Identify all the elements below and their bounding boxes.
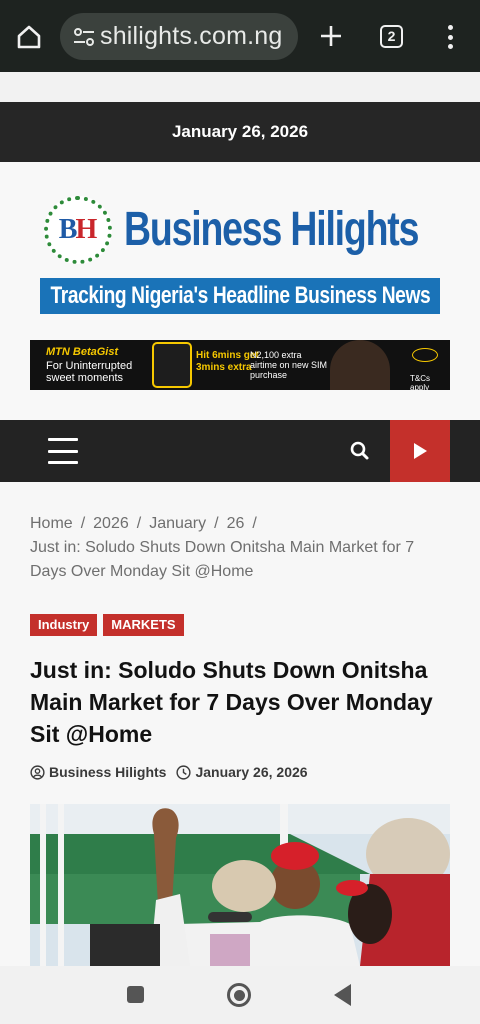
browser-menu-button[interactable]	[440, 22, 460, 52]
mtn-logo-icon	[412, 348, 438, 362]
article-title: Just in: Soludo Shuts Down Onitsha Main …	[30, 657, 433, 747]
header-date: January 26, 2026	[171, 122, 309, 141]
breadcrumb-separator: /	[214, 515, 219, 532]
breadcrumb-home[interactable]: Home	[30, 515, 73, 532]
more-vert-icon	[447, 25, 453, 30]
page: shilights.com.ng 2 January 26, 2026 BH B…	[0, 0, 480, 1024]
address-bar[interactable]: shilights.com.ng	[60, 13, 298, 60]
watch-video-button[interactable]	[390, 420, 450, 482]
ad-phone-image	[152, 342, 192, 388]
ad-brand: MTN BetaGist	[46, 346, 119, 358]
home-icon	[17, 25, 41, 49]
site-logo[interactable]: BH Business Hilights Tracking Nigeria's …	[40, 196, 440, 316]
search-icon[interactable]	[348, 439, 372, 463]
hamburger-menu-icon[interactable]	[48, 438, 78, 464]
tab-switcher-button[interactable]: 2	[380, 25, 403, 48]
article-content: Home / 2026 / January / 26 / Just in: Soludo Sh…	[0, 482, 480, 966]
page-top-gap	[0, 72, 480, 102]
logo-tagline-bar: Tracking Nigeria's Headline Business New…	[40, 278, 440, 314]
ad-terms: T&Cs apply	[410, 374, 430, 390]
breadcrumb-day[interactable]: 26	[227, 515, 245, 532]
breadcrumb-separator: /	[136, 515, 142, 532]
breadcrumb-month[interactable]: January	[149, 515, 206, 532]
breadcrumb-year[interactable]: 2026	[93, 515, 129, 532]
back-icon[interactable]	[334, 984, 351, 1006]
site-settings-icon[interactable]	[60, 13, 100, 60]
tag-industry[interactable]: Industry	[30, 614, 98, 636]
clock-icon	[176, 764, 192, 780]
play-icon	[414, 443, 427, 459]
category-tags: Industry MARKETS	[30, 614, 184, 636]
ad-airtime: N2,100 extra airtime on new SIM purchase	[250, 350, 328, 380]
top-date-bar: January 26, 2026	[0, 102, 480, 162]
breadcrumb: Home / 2026 / January / 26 / Just in: Soludo Sh…	[30, 512, 450, 584]
logo-tagline: Tracking Nigeria's Headline Business New…	[50, 282, 430, 309]
recents-icon[interactable]	[127, 986, 144, 1003]
system-navigation-bar	[0, 966, 480, 1024]
article-hero-image	[30, 804, 450, 966]
breadcrumb-separator: /	[252, 515, 257, 532]
ad-subtitle: For Uninterrupted sweet moments	[46, 360, 133, 384]
breadcrumb-separator: /	[80, 515, 86, 532]
logo-letter-h: H	[75, 214, 98, 245]
site-header: BH Business Hilights Tracking Nigeria's …	[0, 162, 480, 420]
article-author[interactable]: Business Hilights	[49, 764, 166, 780]
ad-banner[interactable]: MTN BetaGist For Uninterrupted sweet mom…	[30, 340, 450, 390]
author-icon	[30, 764, 45, 780]
home-button[interactable]	[14, 22, 44, 52]
logo-wordmark: Business Hilights	[124, 203, 419, 256]
new-tab-button[interactable]	[316, 20, 346, 52]
ad-person-image	[330, 340, 390, 390]
hero-photo	[30, 804, 450, 966]
browser-toolbar: shilights.com.ng 2	[0, 0, 480, 72]
system-home-icon[interactable]	[227, 983, 251, 1007]
url-text[interactable]: shilights.com.ng	[100, 22, 282, 51]
logo-emblem: BH	[44, 196, 112, 264]
main-nav-bar	[0, 420, 480, 482]
breadcrumb-current: Just in: Soludo Shuts Down Onitsha Main …	[30, 539, 415, 580]
plus-icon	[321, 26, 341, 46]
article-date: January 26, 2026	[195, 764, 308, 780]
article-meta: Business Hilights January 26, 2026	[30, 764, 308, 780]
tag-markets[interactable]: MARKETS	[103, 614, 184, 636]
